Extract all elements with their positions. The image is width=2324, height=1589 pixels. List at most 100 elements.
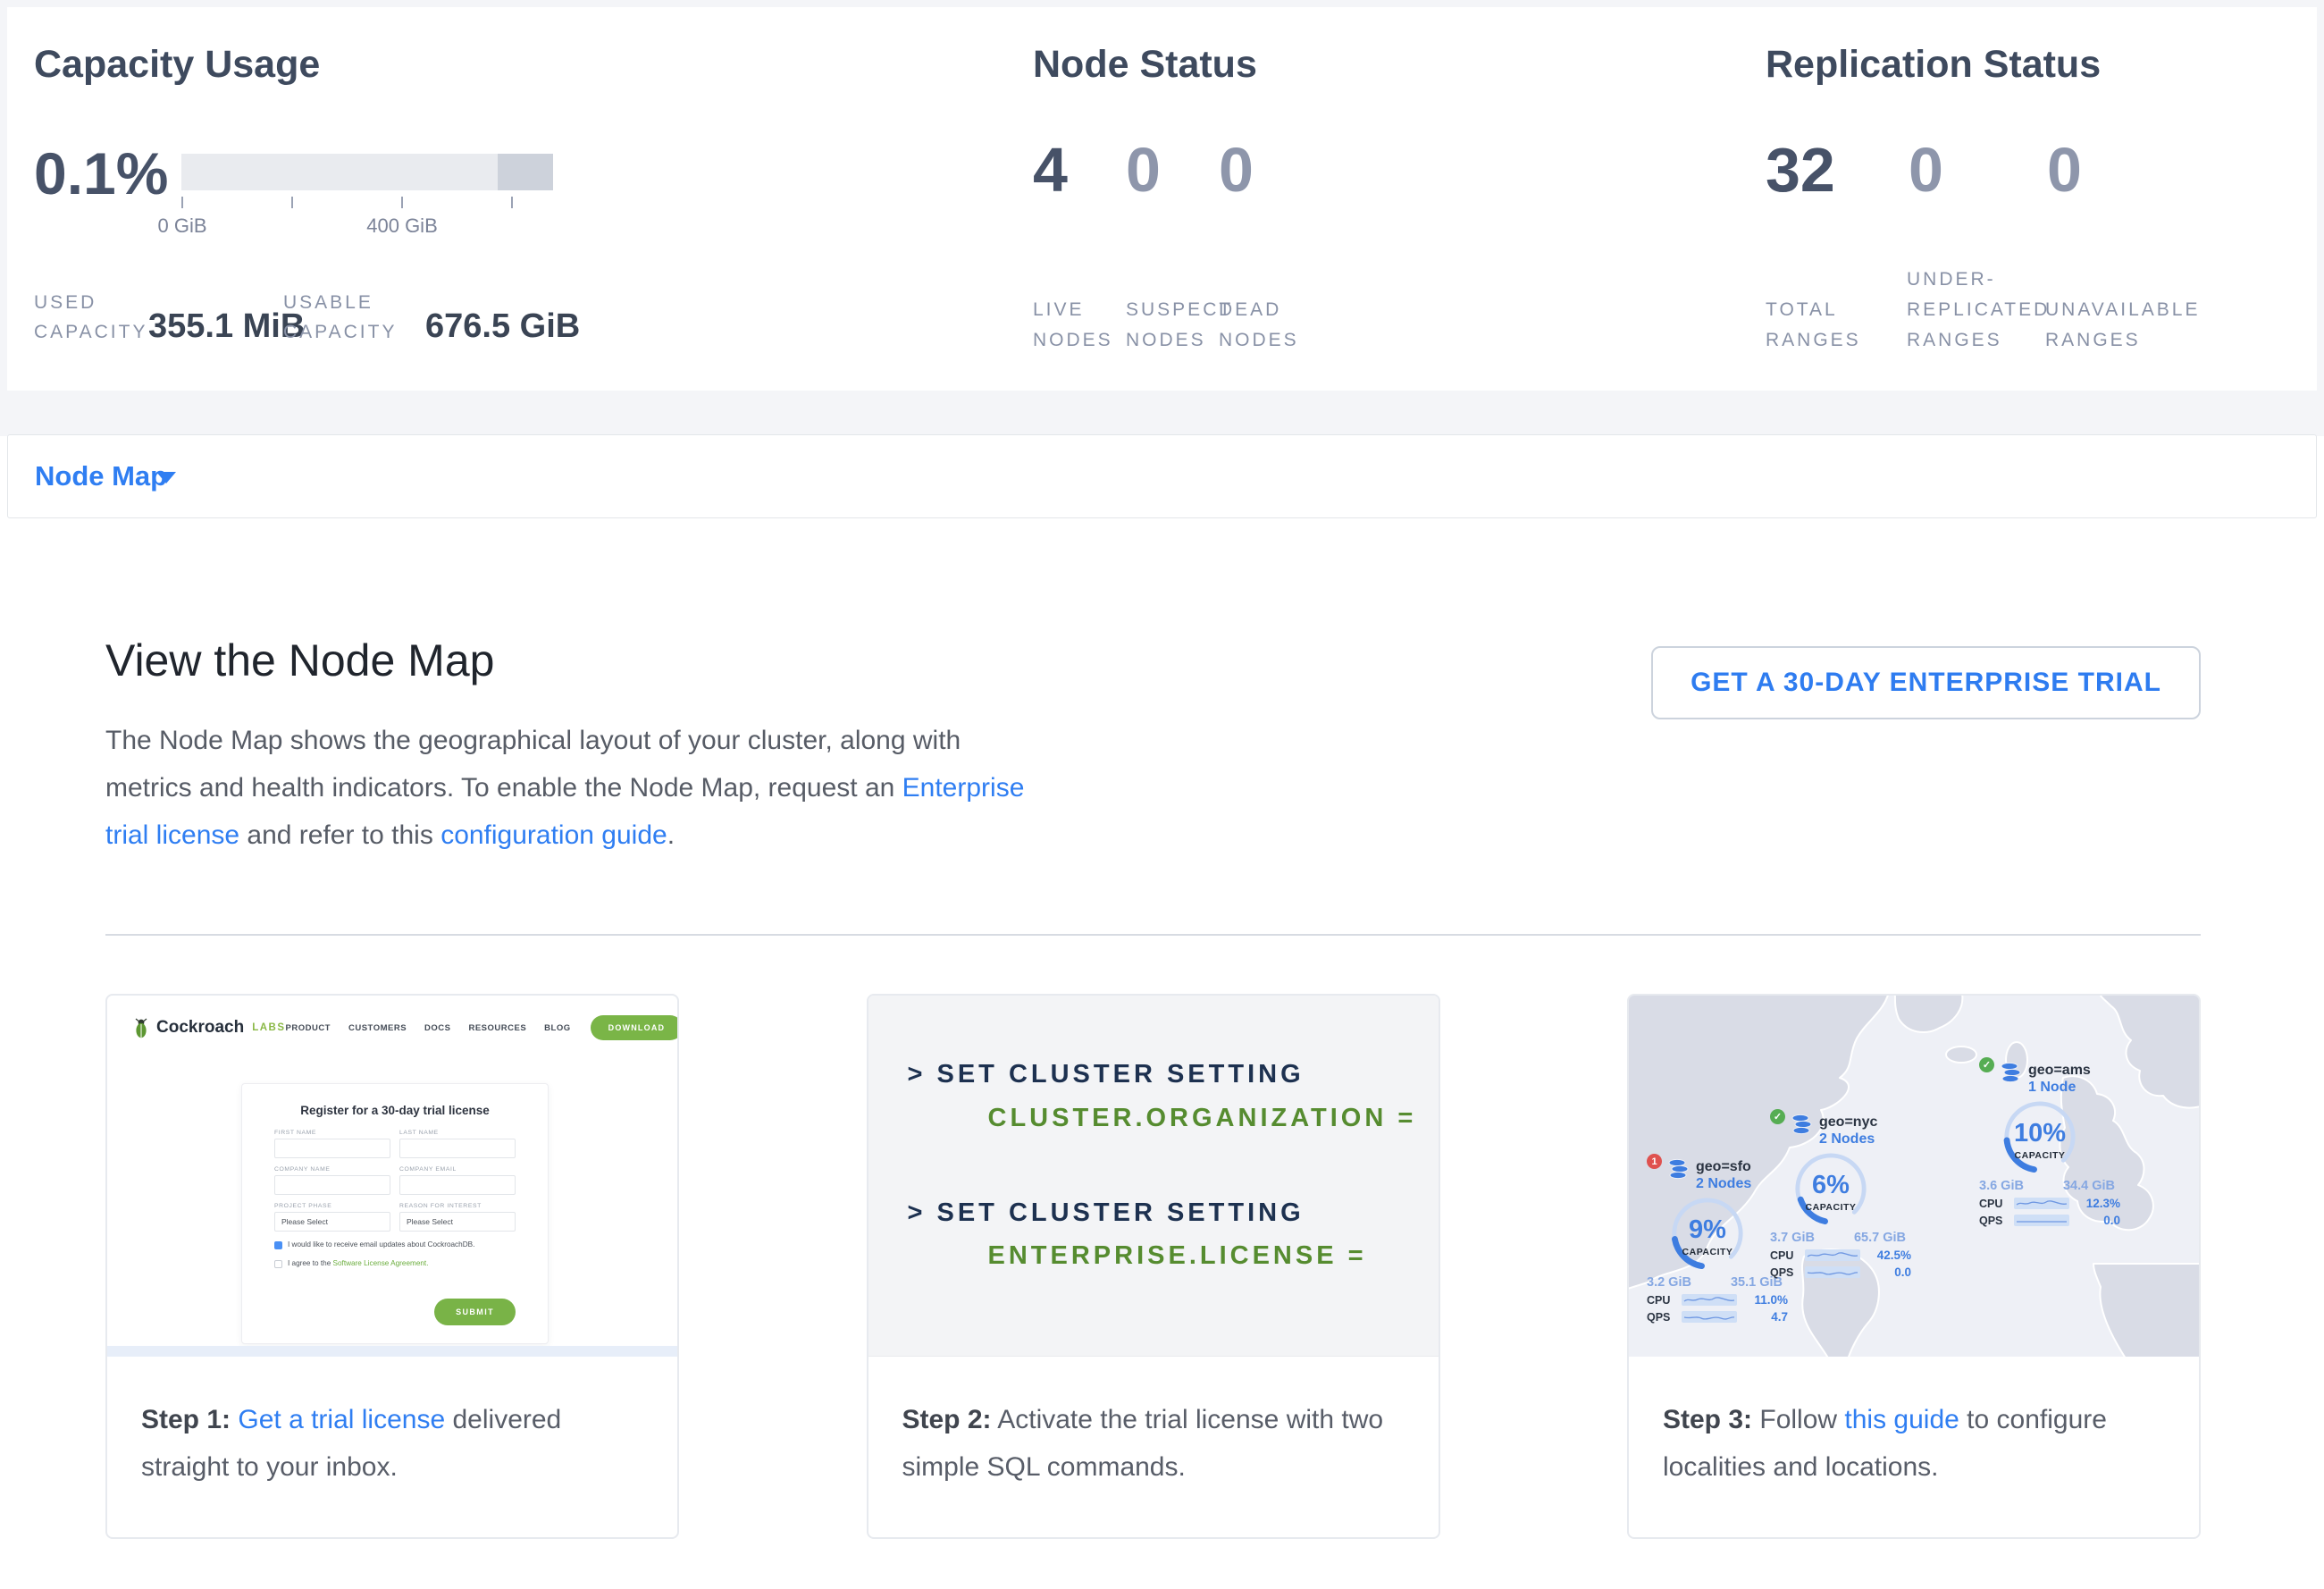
nav-blog[interactable]: BLOG <box>544 1023 570 1033</box>
company-name-input[interactable] <box>274 1175 390 1195</box>
form-title: Register for a 30-day trial license <box>274 1104 516 1117</box>
qps-sparkline <box>1805 1266 1860 1278</box>
qps-row: QPS 0.0 <box>1770 1265 1911 1279</box>
live-nodes-count: 4 <box>1033 134 1068 206</box>
unavailable-ranges-label: UNAVAILABLE RANGES <box>2045 256 2197 356</box>
company-email-label: COMPANY EMAIL <box>399 1166 516 1173</box>
last-name-label: LAST NAME <box>399 1130 516 1136</box>
live-nodes-label: LIVE NODES <box>1033 256 1118 356</box>
cockroach-labs-logo: Cockroach LABS <box>132 1016 286 1039</box>
used-capacity-label: USED CAPACITY <box>34 288 159 347</box>
cpu-sparkline <box>1805 1249 1860 1261</box>
cluster-ams-header: ✓ geo=ams 1 Node <box>1979 1062 2131 1097</box>
enterprise-trial-license-link[interactable]: trial license <box>105 820 239 850</box>
email-updates-text: I would like to receive email updates ab… <box>288 1240 474 1250</box>
capacity-range: 3.7 GiB 65.7 GiB <box>1770 1231 1906 1245</box>
under-replicated-label: UNDER-REPLICATED RANGES <box>1907 256 2050 356</box>
configuration-guide-link[interactable]: configuration guide <box>440 820 667 850</box>
enterprise-trial-license-link[interactable]: Enterprise <box>902 773 1025 803</box>
dead-nodes-label: DEAD NODES <box>1219 256 1304 356</box>
this-guide-link[interactable]: this guide <box>1844 1405 1959 1434</box>
onboarding-steps: Cockroach LABS PRODUCT CUSTOMERS DOCS RE… <box>105 994 2201 1539</box>
cpu-sparkline <box>1682 1294 1737 1306</box>
form-fields: FIRST NAME LAST NAME COMPANY NAME COMPAN… <box>274 1130 516 1232</box>
chevron-down-icon <box>156 472 176 483</box>
capacity-caption: CAPACITY <box>1661 1247 1754 1257</box>
capacity-percent: 0.1% <box>34 139 168 207</box>
intro-paragraph: The Node Map shows the geographical layo… <box>105 717 1024 859</box>
step1-caption: Step 1: Get a trial license delivered st… <box>107 1357 661 1491</box>
last-name-input[interactable] <box>399 1139 516 1158</box>
capacity-axis-tick <box>401 197 403 208</box>
first-name-label: FIRST NAME <box>274 1130 390 1136</box>
cockroach-bug-icon <box>132 1016 150 1039</box>
software-license-agreement-link[interactable]: Software License Agreement. <box>333 1259 429 1267</box>
project-phase-label: PROJECT PHASE <box>274 1203 390 1209</box>
get-enterprise-trial-button[interactable]: GET A 30-DAY ENTERPRISE TRIAL <box>1651 646 2201 719</box>
nav-product[interactable]: PRODUCT <box>286 1023 331 1033</box>
capacity-gauge: 10% CAPACITY <box>1993 1098 2086 1177</box>
view-selector-bar: Node Map <box>7 434 2317 518</box>
capacity-caption: CAPACITY <box>1784 1202 1877 1213</box>
qps-row: QPS 4.7 <box>1647 1310 1788 1324</box>
email-updates-checkbox[interactable] <box>274 1241 282 1249</box>
registration-screenshot: Cockroach LABS PRODUCT CUSTOMERS DOCS RE… <box>107 996 677 1357</box>
usable-capacity-value: 676.5 GiB <box>425 307 580 346</box>
used-gib: 3.2 GiB <box>1647 1275 1691 1290</box>
capacity-percent: 10% <box>1993 1119 2086 1148</box>
cpu-row: CPU 12.3% <box>1979 1197 2120 1210</box>
ok-badge: ✓ <box>1770 1109 1785 1124</box>
replication-status-title: Replication Status <box>1766 43 2101 87</box>
usable-capacity-label: USABLE CAPACITY <box>283 288 408 347</box>
sql-line-2: CLUSTER.ORGANIZATION = <box>988 1104 1417 1133</box>
cluster-node-count: 2 Nodes <box>1696 1175 1751 1193</box>
nav-customers[interactable]: CUSTOMERS <box>348 1023 407 1033</box>
node-map-preview: 1 geo=sfo 2 Nodes <box>1629 996 2199 1357</box>
nav-docs[interactable]: DOCS <box>424 1023 450 1033</box>
step1-card: Cockroach LABS PRODUCT CUSTOMERS DOCS RE… <box>105 994 679 1539</box>
node-map-dropdown[interactable]: Node Map <box>8 435 222 517</box>
company-email-input[interactable] <box>399 1175 516 1195</box>
last-name-field: LAST NAME <box>399 1130 516 1158</box>
qps-row: QPS 0.0 <box>1979 1214 2120 1227</box>
first-name-input[interactable] <box>274 1139 390 1158</box>
total-gib: 34.4 GiB <box>2063 1179 2115 1193</box>
under-replicated-count: 0 <box>1909 134 1943 206</box>
nav-resources[interactable]: RESOURCES <box>468 1023 526 1033</box>
capacity-bar-unusable-segment <box>498 154 553 190</box>
step3-card: 1 geo=sfo 2 Nodes <box>1627 994 2201 1539</box>
node-map-dropdown-label: Node Map <box>35 460 167 492</box>
cluster-ams: ✓ geo=ams 1 Node <box>1979 1062 2131 1227</box>
company-email-field: COMPANY EMAIL <box>399 1166 516 1195</box>
ok-badge: ✓ <box>1979 1057 1994 1072</box>
download-button[interactable]: DOWNLOAD <box>591 1015 679 1040</box>
cpu-row: CPU 42.5% <box>1770 1248 1911 1262</box>
submit-button[interactable]: SUBMIT <box>434 1299 516 1325</box>
license-agreement-checkbox[interactable] <box>274 1260 282 1268</box>
page-title: View the Node Map <box>105 635 494 686</box>
database-stack-icon <box>2000 1062 2023 1083</box>
capacity-bar <box>181 154 553 190</box>
capacity-axis-label-400: 400 GiB <box>366 214 438 238</box>
cluster-name: geo=sfo <box>1696 1158 1751 1175</box>
database-stack-icon <box>1791 1114 1814 1135</box>
capacity-axis-tick <box>181 197 183 208</box>
cluster-node-count: 1 Node <box>2028 1079 2091 1097</box>
unavailable-ranges-count: 0 <box>2047 134 2082 206</box>
capacity-gauge: 9% CAPACITY <box>1661 1195 1754 1274</box>
reason-label: REASON FOR INTEREST <box>399 1203 516 1209</box>
replication-status-section: Replication Status 32 0 0 TOTAL RANGES U… <box>1757 7 2311 391</box>
intro-line-2: metrics and health indicators. To enable… <box>105 764 1024 811</box>
error-badge: 1 <box>1647 1154 1662 1169</box>
suspect-nodes-label: SUSPECT NODES <box>1126 256 1215 356</box>
step2-caption: Step 2: Activate the trial license with … <box>868 1357 1422 1491</box>
get-trial-license-link[interactable]: Get a trial license <box>238 1405 445 1434</box>
mini-site-nav: PRODUCT CUSTOMERS DOCS RESOURCES BLOG <box>286 1023 571 1033</box>
intro-line-1: The Node Map shows the geographical layo… <box>105 717 1024 764</box>
suspect-nodes-count: 0 <box>1126 134 1161 206</box>
used-gib: 3.7 GiB <box>1770 1231 1815 1245</box>
email-updates-row: I would like to receive email updates ab… <box>274 1240 516 1250</box>
logo-labs-text: LABS <box>252 1022 285 1033</box>
reason-select[interactable]: Please Select <box>399 1212 516 1232</box>
project-phase-select[interactable]: Please Select <box>274 1212 390 1232</box>
